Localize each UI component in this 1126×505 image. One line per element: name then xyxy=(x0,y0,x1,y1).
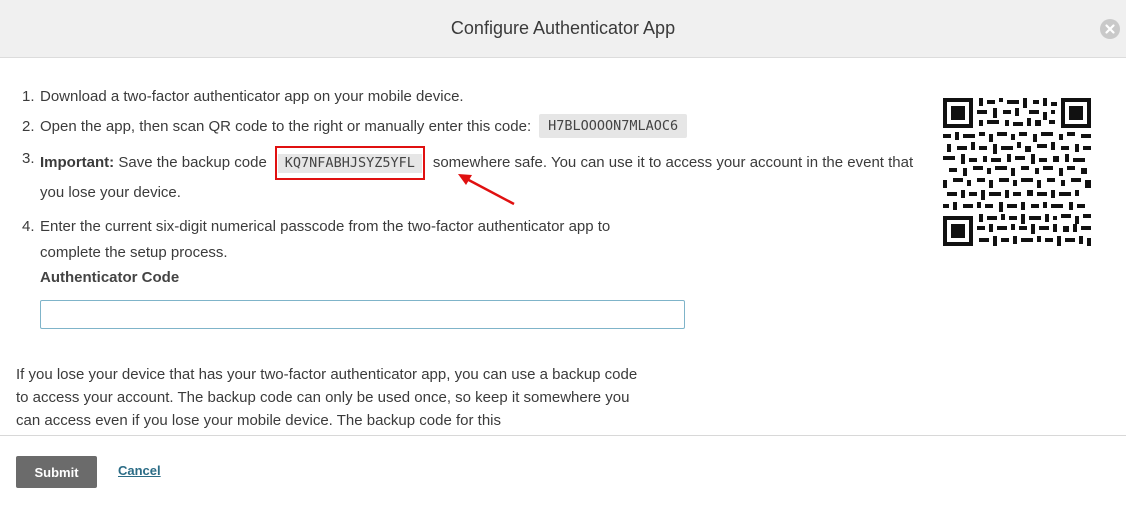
cancel-link[interactable]: Cancel xyxy=(118,463,161,478)
close-icon xyxy=(1105,24,1115,34)
step-number: 2. xyxy=(22,118,35,135)
qr-code xyxy=(943,98,1091,246)
step-4: 4. Enter the current six-digit numerical… xyxy=(22,214,660,266)
step-1: 1. Download a two-factor authenticator a… xyxy=(22,84,932,110)
close-button[interactable] xyxy=(1100,19,1120,39)
authenticator-code-input[interactable] xyxy=(40,300,685,329)
backup-code[interactable]: KQ7NFABHJSYZ5YFL xyxy=(277,154,422,173)
authenticator-code-label: Authenticator Code xyxy=(40,269,180,286)
secret-code[interactable]: H7BLOOOON7MLAOC6 xyxy=(539,114,688,138)
step-text: Open the app, then scan QR code to the r… xyxy=(40,118,532,135)
backup-code-highlight: KQ7NFABHJSYZ5YFL xyxy=(274,146,425,180)
step-number: 4. xyxy=(22,218,35,235)
step-number: 1. xyxy=(22,88,35,105)
submit-button[interactable]: Submit xyxy=(16,456,97,488)
dialog-header: Configure Authenticator App xyxy=(0,0,1126,58)
important-label: Important: xyxy=(40,154,115,171)
backup-info-text: If you lose your device that has your tw… xyxy=(16,366,638,429)
step-text: Enter the current six-digit numerical pa… xyxy=(40,218,611,261)
dialog-footer: Submit Cancel xyxy=(0,435,1126,505)
step-text: Save the backup code xyxy=(118,154,267,171)
dialog-body: 1. Download a two-factor authenticator a… xyxy=(0,58,1126,435)
step-number: 3. xyxy=(22,150,35,167)
dialog-title: Configure Authenticator App xyxy=(450,18,676,38)
annotation-arrow-icon xyxy=(458,174,515,206)
step-text: Download a two-factor authenticator app … xyxy=(40,88,464,105)
step-2: 2. Open the app, then scan QR code to th… xyxy=(22,114,932,140)
